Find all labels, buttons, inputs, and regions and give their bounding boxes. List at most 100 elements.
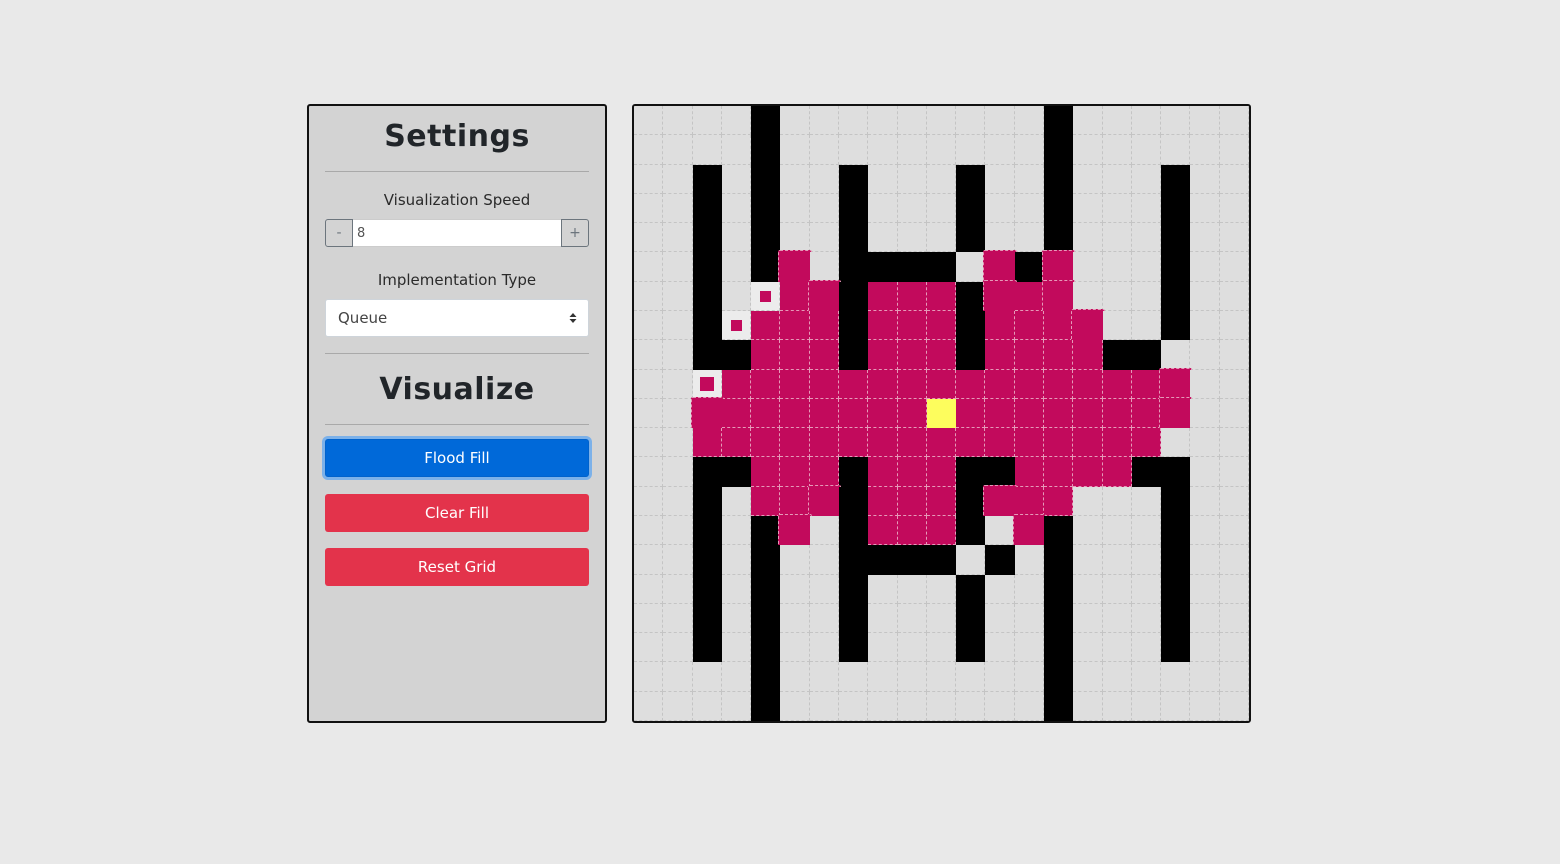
wall-cell[interactable] [956,633,986,663]
wall-cell[interactable] [1044,135,1074,165]
filled-cell[interactable] [780,281,810,311]
visiting-cell[interactable] [692,369,722,399]
empty-cell[interactable] [780,193,810,224]
wall-cell[interactable] [751,223,781,253]
filled-cell[interactable] [868,428,898,458]
wall-cell[interactable] [692,633,722,663]
filled-cell[interactable] [809,340,839,370]
empty-cell[interactable] [663,662,693,692]
filled-cell[interactable] [926,428,957,458]
empty-cell[interactable] [663,252,693,282]
empty-cell[interactable] [1190,340,1220,370]
wall-cell[interactable] [721,340,752,370]
empty-cell[interactable] [1190,545,1220,575]
filled-cell[interactable] [926,457,957,487]
empty-cell[interactable] [663,516,693,546]
empty-cell[interactable] [1131,281,1162,311]
wall-cell[interactable] [956,457,986,487]
wall-cell[interactable] [956,281,986,311]
growing-cell[interactable] [1012,514,1046,548]
wall-cell[interactable] [1161,223,1191,253]
wall-cell[interactable] [956,340,986,370]
growing-cell[interactable] [1042,250,1076,284]
empty-cell[interactable] [897,164,927,194]
empty-cell[interactable] [926,164,957,194]
empty-cell[interactable] [926,106,957,136]
empty-cell[interactable] [926,662,957,692]
empty-cell[interactable] [780,633,810,663]
wall-cell[interactable] [751,252,781,282]
growing-cell[interactable] [1071,309,1105,343]
empty-cell[interactable] [1190,516,1220,546]
empty-cell[interactable] [634,516,664,546]
filled-cell[interactable] [1131,369,1162,399]
empty-cell[interactable] [634,603,664,634]
wall-cell[interactable] [985,457,1015,487]
filled-cell[interactable] [721,369,752,399]
wall-cell[interactable] [692,574,722,604]
filled-cell[interactable] [956,369,986,399]
filled-cell[interactable] [1044,486,1074,516]
empty-cell[interactable] [1073,164,1103,194]
empty-cell[interactable] [1073,691,1103,721]
wall-cell[interactable] [751,603,781,634]
empty-cell[interactable] [809,135,839,165]
empty-cell[interactable] [1131,574,1162,604]
empty-cell[interactable] [1219,516,1249,546]
empty-cell[interactable] [634,574,664,604]
filled-cell[interactable] [985,340,1015,370]
empty-cell[interactable] [663,106,693,136]
empty-cell[interactable] [926,135,957,165]
empty-cell[interactable] [809,662,839,692]
empty-cell[interactable] [1219,691,1249,721]
empty-cell[interactable] [1219,369,1249,399]
empty-cell[interactable] [1014,662,1044,692]
filled-cell[interactable] [897,369,927,399]
empty-cell[interactable] [721,486,752,516]
filled-cell[interactable] [780,311,810,341]
wall-cell[interactable] [1044,106,1074,136]
growing-cell[interactable] [983,279,1017,313]
empty-cell[interactable] [1014,545,1044,575]
filled-cell[interactable] [1044,311,1074,341]
empty-cell[interactable] [839,691,869,721]
visiting-cell[interactable] [751,281,781,311]
empty-cell[interactable] [985,164,1015,194]
empty-cell[interactable] [868,633,898,663]
empty-cell[interactable] [1102,574,1132,604]
empty-cell[interactable] [1102,691,1132,721]
empty-cell[interactable] [985,193,1015,224]
wall-cell[interactable] [692,486,722,516]
empty-cell[interactable] [780,135,810,165]
empty-cell[interactable] [985,135,1015,165]
wall-cell[interactable] [1131,340,1162,370]
wall-cell[interactable] [839,486,869,516]
empty-cell[interactable] [1190,574,1220,604]
empty-cell[interactable] [897,135,927,165]
filled-cell[interactable] [1014,428,1044,458]
wall-cell[interactable] [1161,311,1191,341]
wall-cell[interactable] [839,574,869,604]
wall-cell[interactable] [751,135,781,165]
wall-cell[interactable] [1044,164,1074,194]
empty-cell[interactable] [663,457,693,487]
wall-cell[interactable] [1102,340,1132,370]
empty-cell[interactable] [1219,252,1249,282]
growing-cell[interactable] [778,250,812,284]
empty-cell[interactable] [1161,428,1191,458]
filled-cell[interactable] [780,457,810,487]
empty-cell[interactable] [663,398,693,429]
empty-cell[interactable] [1131,252,1162,282]
implementation-select[interactable]: Queue [325,299,589,337]
empty-cell[interactable] [985,662,1015,692]
empty-cell[interactable] [1073,223,1103,253]
empty-cell[interactable] [1219,106,1249,136]
empty-cell[interactable] [1073,135,1103,165]
empty-cell[interactable] [1190,486,1220,516]
empty-cell[interactable] [1073,633,1103,663]
empty-cell[interactable] [1014,106,1044,136]
filled-cell[interactable] [868,398,898,429]
wall-cell[interactable] [839,457,869,487]
wall-cell[interactable] [751,106,781,136]
empty-cell[interactable] [634,106,664,136]
